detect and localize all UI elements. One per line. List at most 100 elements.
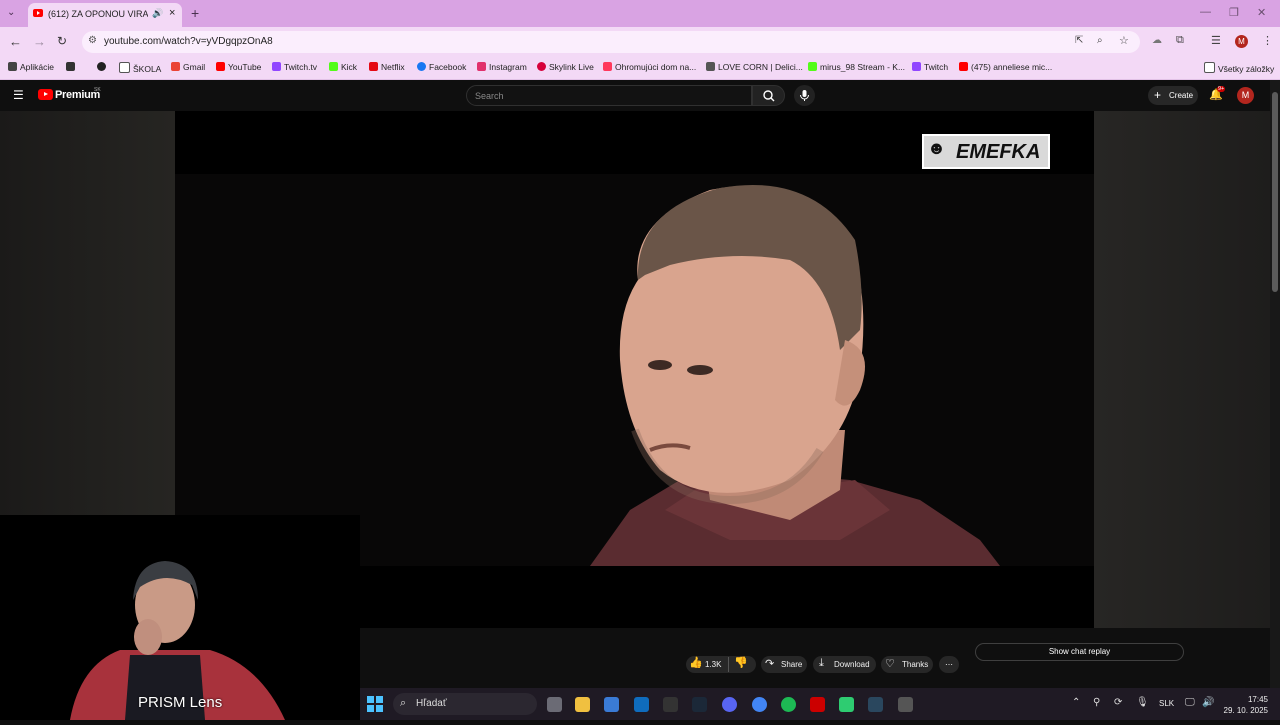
red-app-icon[interactable] [810, 697, 825, 712]
tab-active[interactable]: (612) ZA OPONOU VIRALITY 🔊 × [28, 3, 182, 27]
windows-start-icon[interactable] [367, 696, 383, 712]
twitch-icon [272, 62, 281, 71]
reading-list-icon[interactable]: ☰ [1211, 34, 1221, 47]
bookmark-mirus[interactable]: mirus_98 Stream - K... [808, 62, 905, 72]
browser-menu-icon[interactable]: ⋮ [1262, 34, 1273, 47]
steam-icon[interactable] [868, 697, 883, 712]
bookmarks-bar: Aplikácie ŠKOLA Gmail YouTube Twitch.tv … [0, 57, 1280, 80]
tray-overflow-icon[interactable]: ⌃ [1072, 697, 1080, 708]
green-app-icon[interactable] [839, 697, 854, 712]
thanks-icon: ♡ [885, 658, 895, 670]
search-button[interactable] [752, 85, 785, 106]
thanks-label: Thanks [902, 660, 929, 669]
bookmark-skola[interactable]: ŠKOLA [119, 62, 161, 74]
system-clock[interactable]: 17:45 29. 10. 2025 [1222, 694, 1268, 716]
lovecorn-icon [706, 62, 715, 71]
task-view-icon[interactable] [547, 697, 562, 712]
divider [728, 657, 729, 672]
speaker-video-frame [590, 184, 1000, 566]
window-close-button[interactable]: ✕ [1257, 6, 1266, 19]
channel-watermark: ☻ EMEFKA [922, 134, 1050, 169]
bookmark-anneliese[interactable]: (475) anneliese mic... [959, 62, 1052, 72]
notification-badge: 9+ [1217, 86, 1226, 92]
tray-sync-icon[interactable]: ⟳ [1114, 697, 1122, 708]
bookmark-youtube[interactable]: YouTube [216, 62, 261, 72]
share-label: Share [781, 660, 803, 669]
back-icon[interactable]: ← [9, 34, 22, 49]
clock-time: 17:45 [1247, 695, 1268, 704]
bookmark-star-icon[interactable]: ☆ [1119, 34, 1129, 47]
more-actions-button[interactable]: ⋯ [939, 656, 959, 673]
voice-search-button[interactable] [794, 85, 815, 106]
webcam-label: PRISM Lens [138, 694, 223, 711]
extension-icon[interactable]: ☁ [1152, 35, 1162, 46]
all-bookmarks[interactable]: Všetky záložky [1204, 62, 1274, 74]
download-button[interactable]: ⤓ Download [813, 656, 876, 673]
site-info-icon[interactable]: ⚙ [88, 35, 97, 46]
gmail-icon [171, 62, 180, 71]
language-indicator[interactable]: SLK [1159, 699, 1174, 708]
spotify-icon[interactable] [781, 697, 796, 712]
bookmark-apps[interactable]: Aplikácie [8, 62, 54, 72]
bookmark-kick[interactable]: Kick [329, 62, 357, 72]
bookmark-instagram[interactable]: Instagram [477, 62, 527, 72]
region-code: SK [94, 87, 101, 93]
steam-icon[interactable] [692, 697, 707, 712]
bookmark-airbnb[interactable]: Ohromujúci dom na... [603, 62, 696, 72]
outlook-icon[interactable] [634, 697, 649, 712]
account-avatar[interactable]: M [1237, 87, 1254, 104]
dislike-button[interactable]: 👎 [734, 656, 748, 669]
zoom-icon[interactable]: ⌕ [1097, 35, 1103, 46]
taskbar-search[interactable]: ⌕ Hľadať [393, 693, 537, 715]
chrome-icon[interactable] [752, 697, 767, 712]
create-button[interactable]: + Create [1148, 86, 1198, 105]
youtube-icon [216, 62, 225, 71]
tab-audio-icon[interactable]: 🔊 [152, 8, 163, 19]
network-icon[interactable]: 🖵 [1185, 697, 1195, 708]
search-input[interactable]: Search [466, 85, 752, 106]
share-button[interactable]: ↷ Share [761, 656, 807, 673]
tray-app-icon[interactable]: ⚲ [1093, 697, 1100, 708]
hamburger-menu-icon[interactable]: ☰ [13, 88, 24, 102]
grid-icon [66, 62, 75, 71]
new-tab-button[interactable]: + [191, 5, 199, 21]
thanks-button[interactable]: ♡ Thanks [881, 656, 933, 673]
scrollbar-thumb[interactable] [1272, 92, 1278, 292]
bookmark-twitchtv[interactable]: Twitch.tv [272, 62, 317, 72]
twitch-icon [912, 62, 921, 71]
folder-icon [119, 62, 130, 73]
install-icon[interactable]: ⇱ [1075, 35, 1083, 46]
bookmark-skylink[interactable]: Skylink Live [537, 62, 594, 72]
skylink-icon [537, 62, 546, 71]
bookmark-netflix[interactable]: Netflix [369, 62, 405, 72]
volume-icon[interactable]: 🔊 [1202, 697, 1214, 708]
bookmark-grid[interactable] [66, 62, 78, 72]
tab-search-icon[interactable]: ⌄ [7, 7, 15, 18]
like-button[interactable]: 👍 [689, 656, 703, 669]
extensions-puzzle-icon[interactable]: ⧉ [1176, 34, 1184, 47]
bookmark-twitch[interactable]: Twitch [912, 62, 948, 72]
forward-icon[interactable]: → [33, 34, 46, 49]
tab-close-icon[interactable]: × [169, 7, 175, 19]
bookmark-globe[interactable] [97, 62, 109, 72]
youtube-logo-icon[interactable] [38, 89, 53, 100]
minimize-button[interactable]: — [1200, 6, 1211, 18]
show-chat-replay-button[interactable]: Show chat replay [975, 643, 1184, 661]
maximize-button[interactable]: ❐ [1229, 6, 1239, 19]
instagram-icon [477, 62, 486, 71]
bookmark-gmail[interactable]: Gmail [171, 62, 205, 72]
bookmark-facebook[interactable]: Facebook [417, 62, 466, 72]
like-dislike-group: 👍 1.3K 👎 [686, 656, 756, 673]
app-icon[interactable] [663, 697, 678, 712]
reload-icon[interactable]: ↻ [57, 34, 67, 48]
file-explorer-icon[interactable] [575, 697, 590, 712]
watermark-text: EMEFKA [956, 141, 1041, 163]
bookmark-lovecorn[interactable]: LOVE CORN | Delici... [706, 62, 803, 72]
address-bar[interactable]: ⚙ youtube.com/watch?v=yVDgqpzOnA8 ⇱ ⌕ ☆ [82, 31, 1140, 53]
store-icon[interactable] [604, 697, 619, 712]
webcam-overlay [0, 515, 360, 720]
game-icon[interactable] [898, 697, 913, 712]
discord-icon[interactable] [722, 697, 737, 712]
tray-mic-icon[interactable]: 🎙 [1136, 697, 1149, 708]
profile-avatar[interactable]: M [1235, 35, 1248, 48]
